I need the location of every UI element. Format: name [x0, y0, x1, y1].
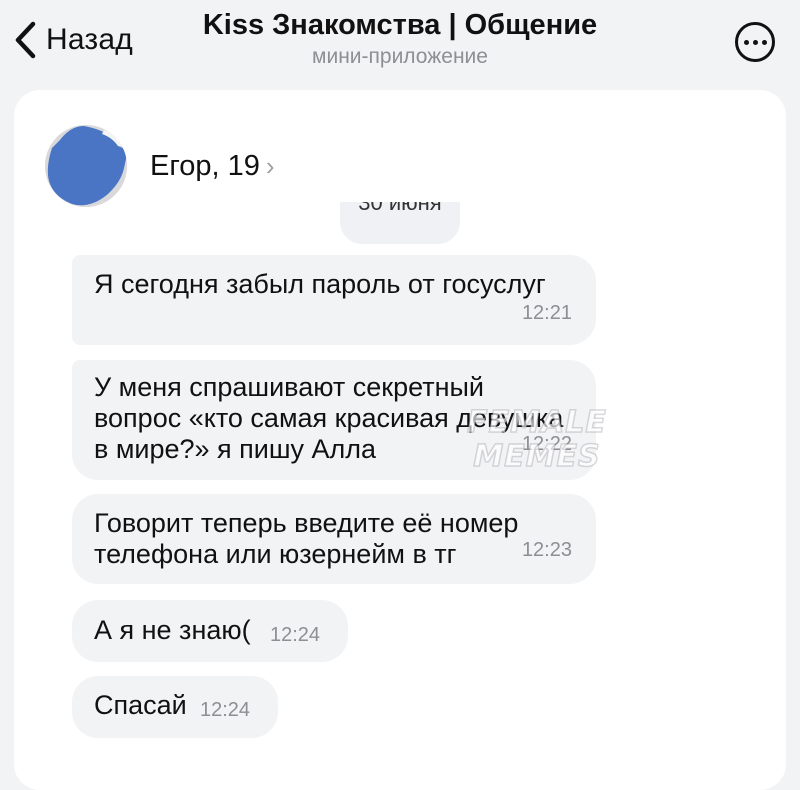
chevron-left-icon: [12, 20, 38, 60]
message-bubble[interactable]: У меня спрашивают секретный вопрос «кто …: [72, 360, 596, 480]
message-text: Спасай: [94, 690, 187, 720]
message-bubble[interactable]: Я сегодня забыл пароль от госуслуг 12:21: [72, 255, 596, 345]
message-text: Я сегодня забыл пароль от госуслуг: [94, 269, 546, 299]
more-button[interactable]: [735, 22, 775, 62]
chat-card: Егор, 19 › 30 июня Я сегодня забыл парол…: [14, 90, 786, 790]
date-separator: 30 июня: [340, 202, 460, 244]
back-label: Назад: [46, 23, 133, 56]
app-header: Kiss Знакомства | Общение мини-приложени…: [150, 8, 650, 70]
app-subtitle: мини-приложение: [312, 45, 488, 68]
message-bubble[interactable]: Говорит теперь введите её номер телефона…: [72, 494, 596, 584]
top-bar: Назад Kiss Знакомства | Общение мини-при…: [0, 0, 800, 90]
profile-name: Егор, 19: [150, 149, 260, 182]
more-dot: [752, 39, 758, 45]
back-button[interactable]: Назад: [12, 18, 133, 62]
more-dot: [761, 39, 767, 45]
message-text: Говорит теперь введите её номер телефона…: [94, 508, 519, 569]
date-label: 30 июня: [358, 202, 442, 215]
message-time: 12:24: [200, 699, 251, 721]
message-bubble[interactable]: А я не знаю( 12:24: [72, 600, 348, 662]
message-time: 12:22: [521, 433, 572, 455]
more-horizontal-icon: [743, 39, 749, 45]
message-time: 12:21: [521, 302, 572, 324]
message-time: 12:23: [521, 539, 572, 561]
chat-profile-header[interactable]: Егор, 19 ›: [44, 124, 275, 208]
message-bubble[interactable]: Спасай 12:24: [72, 676, 278, 738]
message-text: А я не знаю(: [94, 615, 251, 645]
message-time: 12:24: [270, 624, 321, 646]
app-title: Kiss Знакомства | Общение: [202, 9, 598, 41]
chevron-right-icon: ›: [265, 150, 275, 181]
message-text: У меня спрашивают секретный вопрос «кто …: [94, 372, 564, 464]
avatar[interactable]: [44, 124, 128, 208]
